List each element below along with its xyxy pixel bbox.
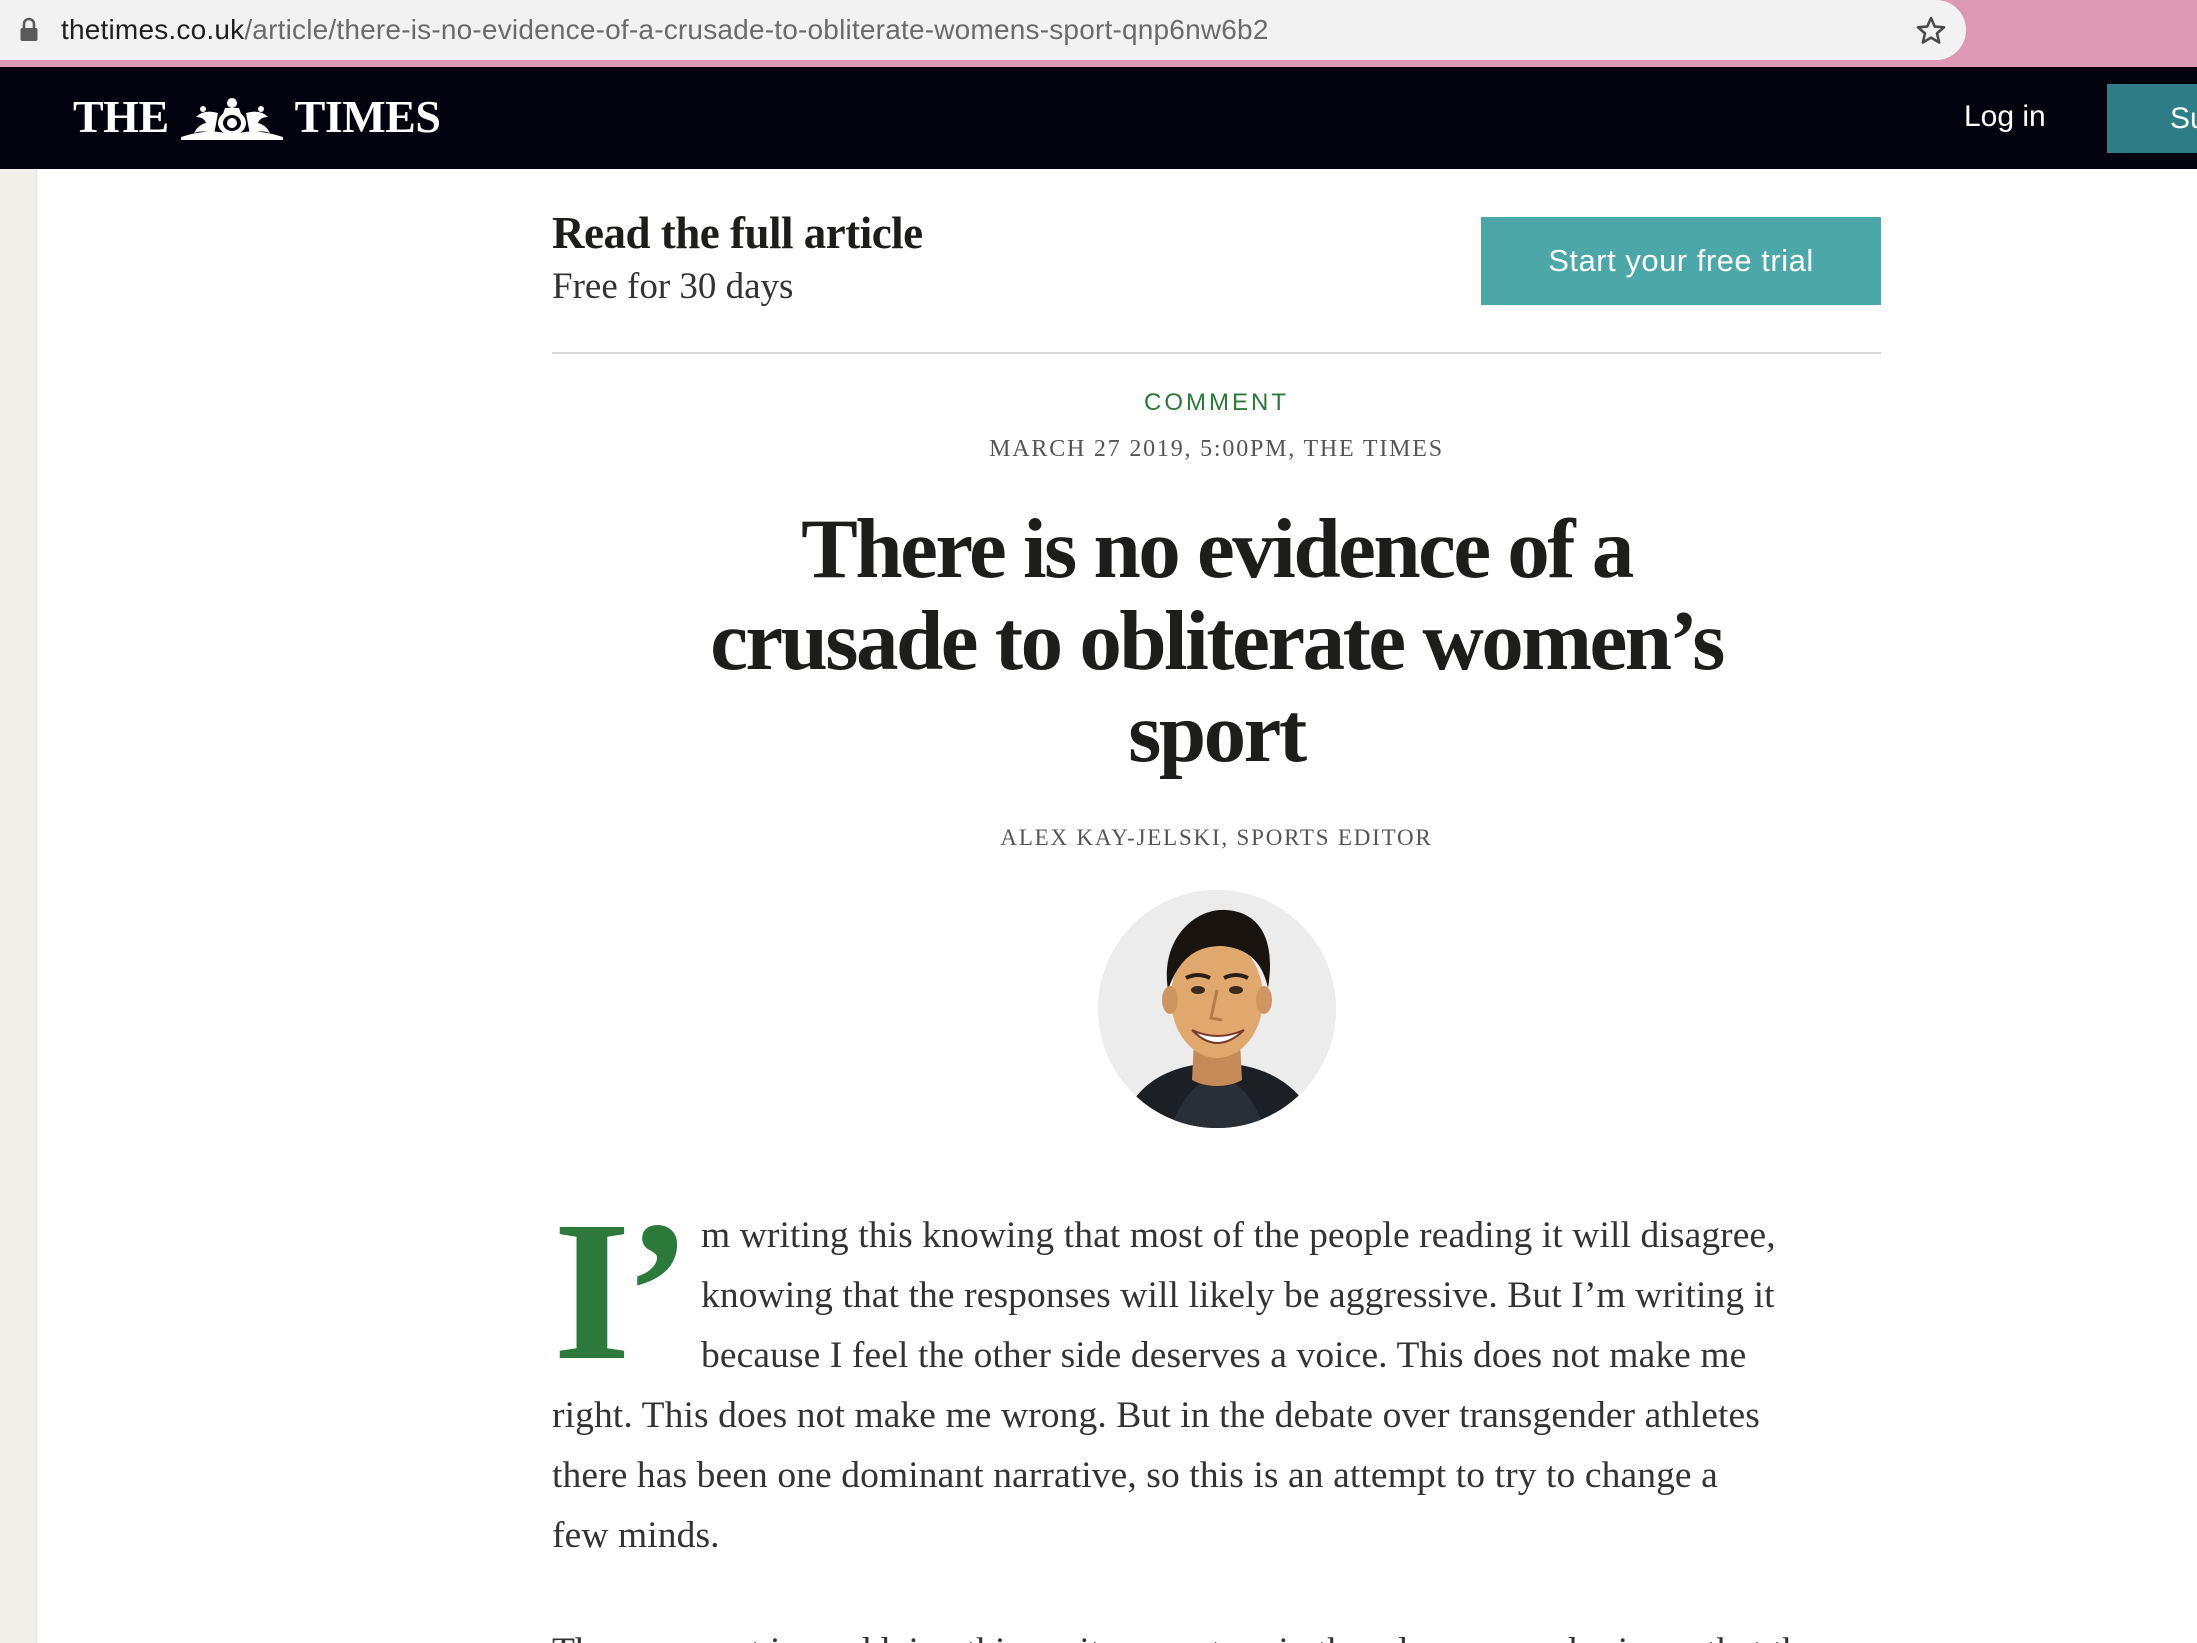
author-avatar [1098,890,1336,1128]
crest-icon [180,98,283,140]
logo-word-times: TIMES [294,91,441,142]
url-text[interactable]: thetimes.co.uk/article/there-is-no-evide… [61,13,1269,47]
headline-line: sport [1128,686,1307,780]
body-line: knowing that the responses will likely b… [701,1275,1775,1316]
body-line: because I feel the other side deserves a… [701,1335,1747,1376]
body-line: right. This does not make me wrong. But … [552,1395,1760,1436]
paywall-subtitle: Free for 30 days [552,266,794,307]
address-bar[interactable]: thetimes.co.uk/article/there-is-no-evide… [0,0,1966,60]
subscribe-button[interactable]: Su [2107,84,2197,153]
logo-word-the: THE [73,91,169,142]
paywall-title: Read the full article [552,208,923,258]
drop-cap: I’ [553,1181,691,1402]
url-host: thetimes.co.uk [61,14,245,45]
login-link[interactable]: Log in [1964,97,2046,137]
body-line: few minds. [552,1515,720,1556]
start-free-trial-button[interactable]: Start your free trial [1481,217,1881,305]
divider [552,352,1881,354]
article-headline: There is no evidence of a crusade to obl… [552,503,1881,779]
star-icon[interactable] [1915,15,1947,47]
browser-bar: thetimes.co.uk/article/there-is-no-evide… [0,0,2197,67]
site-header: THE TIMES Log in Su [0,67,2197,169]
author-byline[interactable]: ALEX KAY-JELSKI, SPORTS EDITOR [552,822,1881,854]
headline-line: crusade to obliterate women’s [710,594,1725,688]
lock-icon [20,17,38,41]
cut-off-text: The argument is muddying this, as it see… [552,1622,1882,1643]
body-line: m writing this knowing that most of the … [701,1215,1776,1256]
the-times-logo[interactable]: THE TIMES [73,91,441,143]
section-label[interactable]: COMMENT [552,386,1881,420]
left-gutter [0,169,37,1643]
headline-line: There is no evidence of a [801,502,1634,596]
article-dateline: MARCH 27 2019, 5:00PM, THE TIMES [989,436,1444,462]
body-line-cut-off: The argument is muddying this, as it see… [552,1622,1882,1643]
body-line: there has been one dominant narrative, s… [552,1455,1718,1496]
url-path: /article/there-is-no-evidence-of-a-crusa… [244,14,1269,45]
